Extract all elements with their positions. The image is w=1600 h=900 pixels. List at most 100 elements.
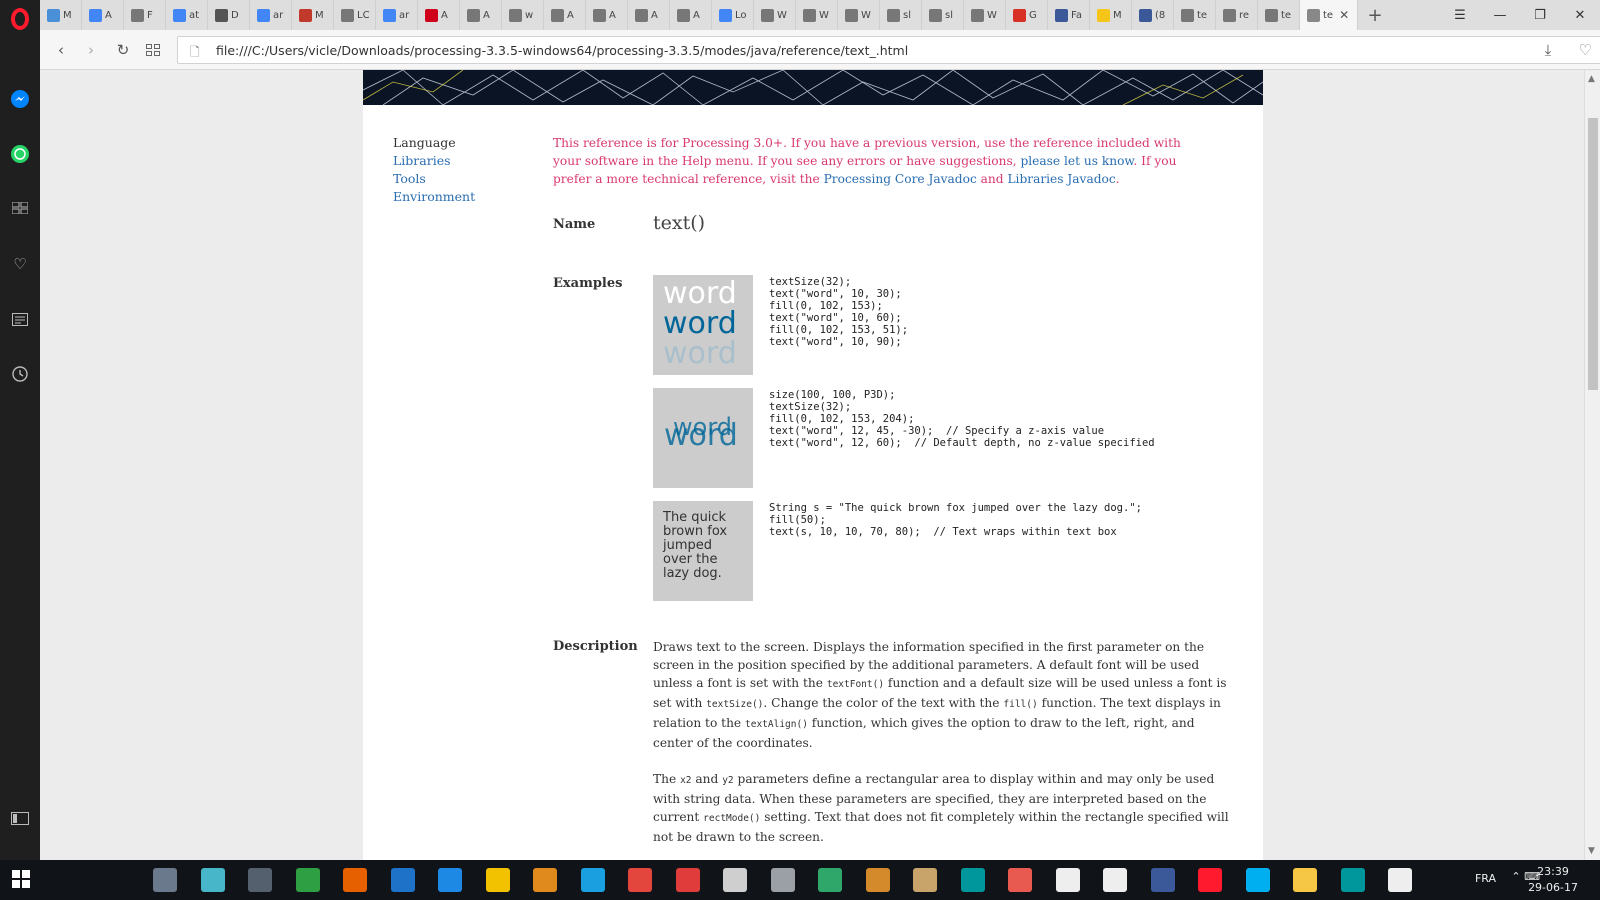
minimize-button[interactable]: —: [1480, 0, 1520, 30]
browser-tab[interactable]: ar: [376, 0, 418, 30]
facebook-icon[interactable]: [1150, 868, 1175, 892]
browser-tab[interactable]: A: [628, 0, 670, 30]
whatsapp-icon[interactable]: [0, 139, 40, 169]
browser-tab[interactable]: G: [1006, 0, 1048, 30]
app-icon[interactable]: [1008, 868, 1032, 892]
nav-tools[interactable]: Tools: [393, 170, 475, 188]
browser-tab[interactable]: M: [1090, 0, 1132, 30]
browser-tab[interactable]: re: [1216, 0, 1258, 30]
browser-tab[interactable]: A: [460, 0, 502, 30]
browser-tab[interactable]: te: [1174, 0, 1216, 30]
url-text[interactable]: file:///C:/Users/vicle/Downloads/process…: [216, 43, 908, 58]
active-tab[interactable]: te ✕: [1300, 0, 1358, 30]
browser-tab[interactable]: A: [82, 0, 124, 30]
sidebar-toggle-icon[interactable]: [0, 803, 40, 833]
browser-tab[interactable]: W: [838, 0, 880, 30]
browser-tab[interactable]: M: [292, 0, 334, 30]
speed-dial-icon[interactable]: [0, 193, 40, 223]
edge-icon[interactable]: [390, 868, 415, 892]
folder-icon[interactable]: [1293, 868, 1317, 892]
arduino-icon[interactable]: [1340, 868, 1365, 892]
browser-tab[interactable]: sl: [880, 0, 922, 30]
search-icon[interactable]: [58, 868, 82, 892]
scroll-down-icon[interactable]: ▼: [1588, 846, 1595, 856]
browser-tab[interactable]: W: [754, 0, 796, 30]
browser-tab[interactable]: A: [418, 0, 460, 30]
app-icon[interactable]: [818, 868, 842, 892]
app-icon[interactable]: [1388, 868, 1412, 892]
windows-start-icon[interactable]: [12, 870, 32, 890]
nav-libraries[interactable]: Libraries: [393, 152, 475, 170]
new-tab-button[interactable]: +: [1358, 0, 1392, 30]
vertical-scrollbar[interactable]: ▲ ▼: [1584, 70, 1600, 860]
close-icon[interactable]: ✕: [1339, 8, 1349, 22]
back-button[interactable]: ‹: [50, 39, 72, 61]
bookmark-heart-icon[interactable]: ♡: [1579, 41, 1592, 59]
app-icon[interactable]: [675, 868, 700, 892]
browser-tab[interactable]: ar: [250, 0, 292, 30]
scroll-up-icon[interactable]: ▲: [1588, 74, 1595, 84]
task-view-icon[interactable]: [105, 868, 130, 892]
nav-language[interactable]: Language: [393, 134, 475, 152]
chrome-icon[interactable]: [628, 868, 652, 892]
arduino-icon[interactable]: [960, 868, 985, 892]
close-window-button[interactable]: ✕: [1560, 0, 1600, 30]
bookmarks-icon[interactable]: ♡: [0, 249, 40, 279]
scrollbar-thumb[interactable]: [1588, 118, 1598, 390]
language-indicator[interactable]: FRA: [1475, 872, 1496, 885]
nav-environment[interactable]: Environment: [393, 188, 475, 206]
browser-tab[interactable]: Fa: [1048, 0, 1090, 30]
libraries-javadoc-link[interactable]: Libraries Javadoc: [1007, 172, 1115, 186]
document-icon: [131, 8, 144, 22]
store-icon[interactable]: [1055, 868, 1080, 892]
messenger-icon[interactable]: [0, 84, 40, 114]
tab-menu-icon[interactable]: ☰: [1440, 0, 1480, 30]
opera-logo-icon[interactable]: [0, 4, 40, 34]
browser-tab[interactable]: M: [40, 0, 82, 30]
browser-tab[interactable]: D: [208, 0, 250, 30]
app-icon[interactable]: [485, 868, 510, 892]
app-icon[interactable]: [770, 868, 795, 892]
tab-grid-icon[interactable]: [142, 39, 164, 61]
app-icon[interactable]: [913, 868, 937, 892]
browser-tab[interactable]: te: [1258, 0, 1300, 30]
reload-button[interactable]: ↻: [112, 39, 134, 61]
app-icon[interactable]: [580, 868, 605, 892]
opera-icon[interactable]: [1198, 868, 1222, 892]
app-icon[interactable]: [200, 868, 225, 892]
inline-code: fill(): [1003, 699, 1038, 710]
browser-tab[interactable]: A: [670, 0, 712, 30]
browser-tab[interactable]: LC: [334, 0, 376, 30]
browser-tab[interactable]: W: [964, 0, 1006, 30]
forward-button[interactable]: ›: [80, 39, 102, 61]
browser-tab[interactable]: W: [796, 0, 838, 30]
app-icon[interactable]: [1103, 868, 1127, 892]
browser-tab[interactable]: at: [166, 0, 208, 30]
address-bar[interactable]: 🗋 file:///C:/Users/vicle/Downloads/proce…: [177, 36, 1600, 64]
example-1-code: textSize(32); text("word", 10, 30); fill…: [769, 276, 909, 348]
browser-tab[interactable]: (8: [1132, 0, 1174, 30]
app-icon[interactable]: [295, 868, 320, 892]
browser-tab[interactable]: A: [586, 0, 628, 30]
app-icon[interactable]: [438, 868, 462, 892]
skype-icon[interactable]: [1245, 868, 1270, 892]
browser-tab[interactable]: w: [502, 0, 544, 30]
browser-tab[interactable]: F: [124, 0, 166, 30]
core-javadoc-link[interactable]: Processing Core Javadoc: [824, 172, 977, 186]
browser-tab[interactable]: sl: [922, 0, 964, 30]
clock[interactable]: 23:39 29-06-17: [1528, 864, 1578, 896]
history-icon[interactable]: [0, 359, 40, 389]
app-icon[interactable]: [153, 868, 177, 892]
feedback-link[interactable]: please let us know: [1020, 154, 1133, 168]
restore-button[interactable]: ❐: [1520, 0, 1560, 30]
app-icon[interactable]: [533, 868, 557, 892]
download-icon[interactable]: ⤓: [1537, 39, 1559, 61]
app-icon[interactable]: [248, 868, 272, 892]
browser-tab[interactable]: A: [544, 0, 586, 30]
firefox-icon[interactable]: [343, 868, 367, 892]
app-icon[interactable]: [865, 868, 890, 892]
tab-label: A: [483, 9, 490, 21]
browser-tab[interactable]: Lo: [712, 0, 754, 30]
news-icon[interactable]: [0, 304, 40, 334]
app-icon[interactable]: [723, 868, 747, 892]
